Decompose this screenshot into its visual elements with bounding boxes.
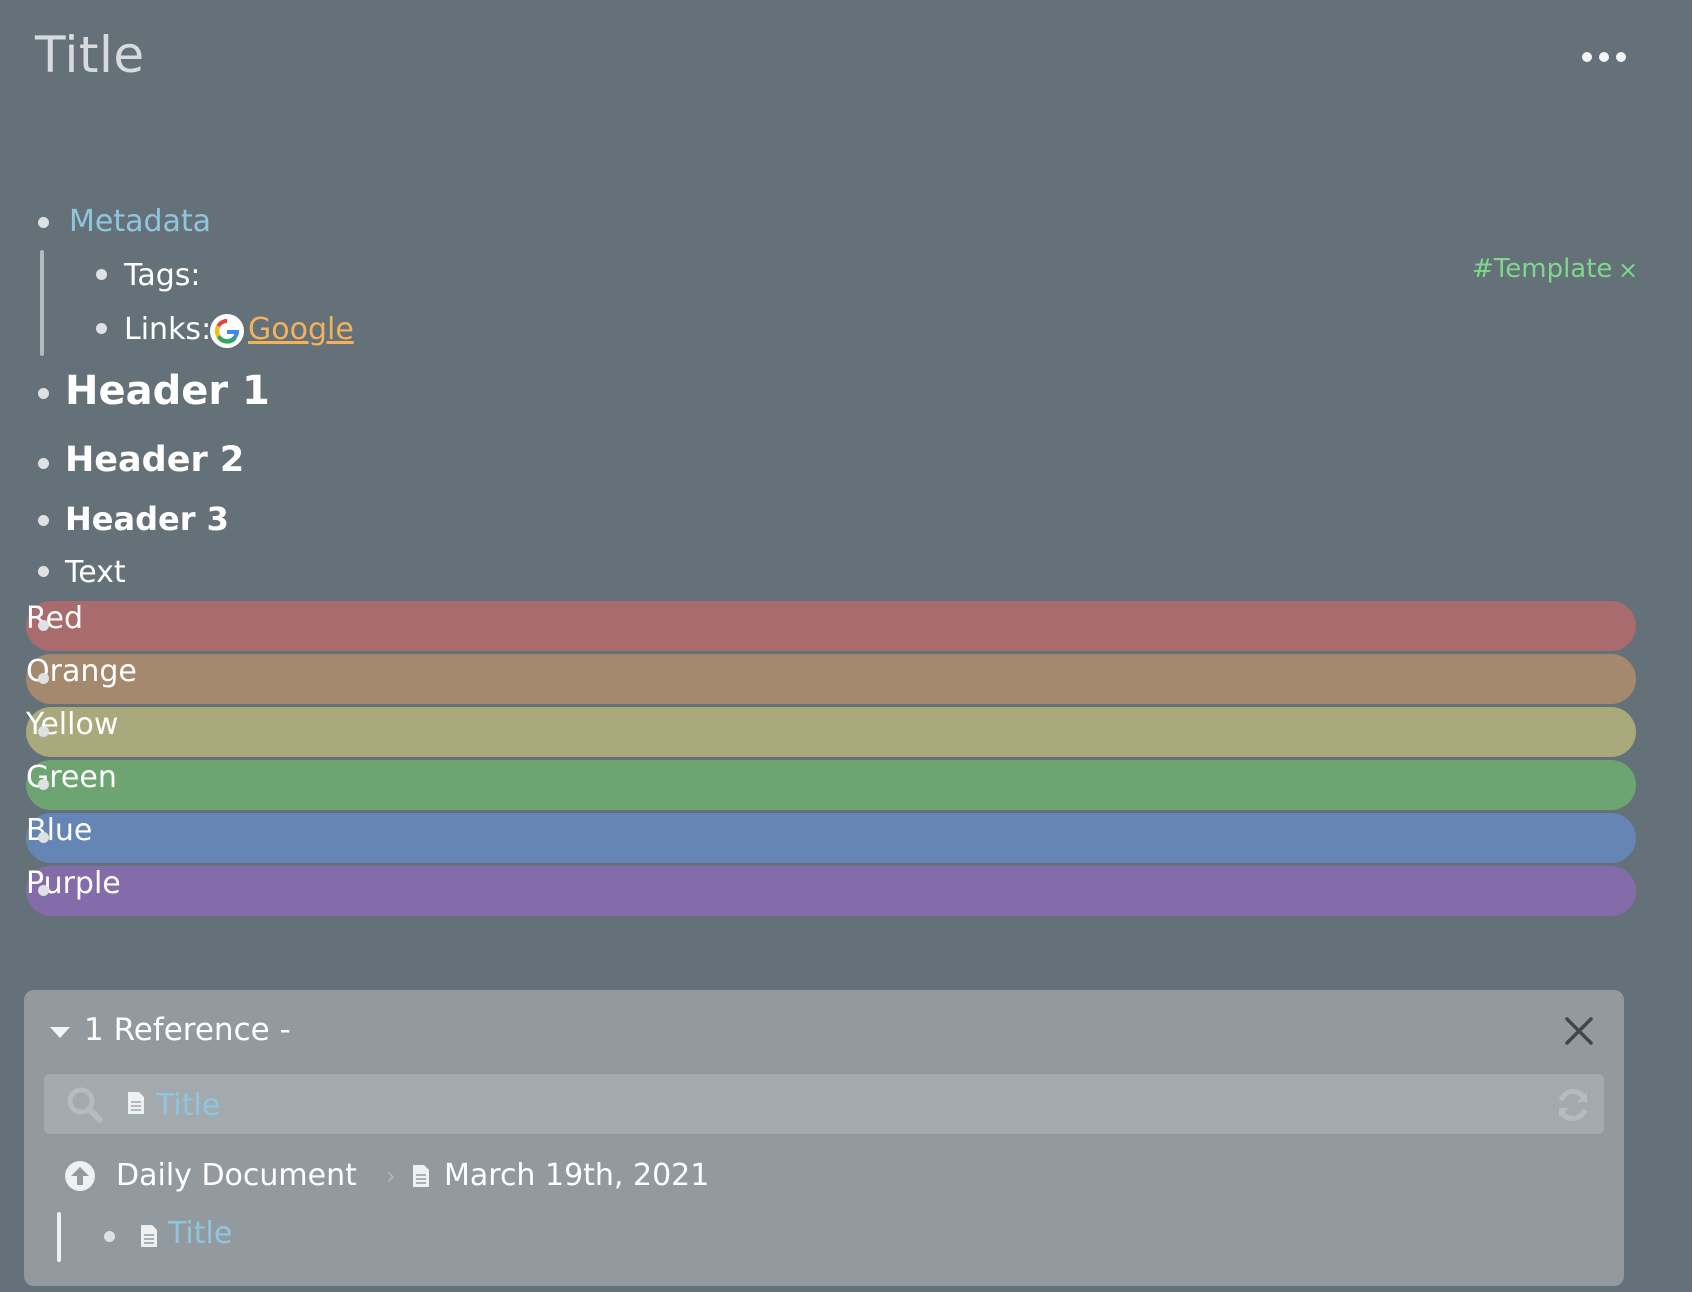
- breadcrumb-parent[interactable]: Daily Document: [116, 1158, 357, 1193]
- ellipsis-icon: [1582, 52, 1592, 62]
- search-icon: [64, 1084, 106, 1126]
- yellow-block[interactable]: Yellow: [26, 707, 1636, 757]
- reference-tree-line: [57, 1212, 61, 1262]
- metadata-link[interactable]: Metadata: [69, 204, 211, 239]
- blue-block[interactable]: Blue: [26, 813, 1636, 863]
- bullet-dot[interactable]: [38, 515, 49, 526]
- links-label: Links:: [124, 312, 212, 347]
- bullet-dot[interactable]: [38, 388, 49, 399]
- metadata-block: Metadata: [0, 204, 1692, 244]
- references-search-bar: [44, 1074, 1604, 1134]
- bullet-dot[interactable]: [38, 620, 49, 631]
- bullet-dot[interactable]: [96, 269, 107, 280]
- bullet-dot[interactable]: [38, 832, 49, 843]
- green-block[interactable]: Green: [26, 760, 1636, 810]
- tag-remove-button[interactable]: ×: [1618, 256, 1638, 284]
- bullet-dot[interactable]: [38, 566, 49, 577]
- block-label: Yellow: [26, 707, 119, 742]
- document-icon: [412, 1164, 430, 1188]
- bullet-dot[interactable]: [38, 217, 49, 228]
- orange-block[interactable]: Orange: [26, 654, 1636, 704]
- google-icon: [210, 314, 244, 348]
- text-line[interactable]: Text: [65, 555, 126, 590]
- tags-label: Tags:: [124, 258, 201, 293]
- arrow-up-circle-icon[interactable]: [64, 1160, 96, 1192]
- header-2-block: Header 2: [0, 440, 1692, 486]
- template-tag[interactable]: #Template: [1472, 254, 1612, 284]
- block-label: Red: [26, 601, 83, 636]
- red-block[interactable]: Red: [26, 601, 1636, 651]
- bullet-dot[interactable]: [96, 323, 107, 334]
- purple-block[interactable]: Purple: [26, 866, 1636, 916]
- block-label: Green: [26, 760, 117, 795]
- refresh-icon[interactable]: [1552, 1084, 1594, 1126]
- links-row: Links: Google: [0, 312, 1692, 352]
- google-link[interactable]: Google: [248, 312, 354, 347]
- block-label: Purple: [26, 866, 121, 901]
- caret-down-icon[interactable]: [50, 1027, 70, 1038]
- header-1-block: Header 1: [0, 368, 1692, 418]
- breadcrumb-page[interactable]: March 19th, 2021: [444, 1158, 709, 1193]
- references-filter-input[interactable]: [154, 1082, 1518, 1128]
- references-panel: 1 Reference - Title Daily Document › Mar…: [24, 990, 1624, 1286]
- text-block: Text: [0, 555, 1692, 595]
- document-icon: [127, 1091, 145, 1115]
- bullet-dot[interactable]: [38, 673, 49, 684]
- header-1[interactable]: Header 1: [65, 368, 270, 414]
- chevron-right-icon: ›: [386, 1162, 396, 1190]
- bullet-dot[interactable]: [38, 458, 49, 469]
- bullet-dot[interactable]: [38, 885, 49, 896]
- header-3-block: Header 3: [0, 500, 1692, 542]
- references-heading[interactable]: 1 Reference -: [84, 1012, 291, 1048]
- reference-item-link[interactable]: Title: [168, 1216, 232, 1251]
- header-2[interactable]: Header 2: [65, 440, 244, 480]
- bullet-dot[interactable]: [38, 726, 49, 737]
- document-icon: [140, 1224, 158, 1248]
- more-options-button[interactable]: [1582, 42, 1626, 72]
- tags-row: Tags:: [0, 258, 1692, 298]
- header-3[interactable]: Header 3: [65, 500, 229, 538]
- bullet-dot[interactable]: [38, 779, 49, 790]
- bullet-dot[interactable]: [104, 1231, 115, 1242]
- close-icon[interactable]: [1560, 1012, 1598, 1050]
- block-label: Blue: [26, 813, 93, 848]
- page-title[interactable]: Title: [35, 26, 145, 84]
